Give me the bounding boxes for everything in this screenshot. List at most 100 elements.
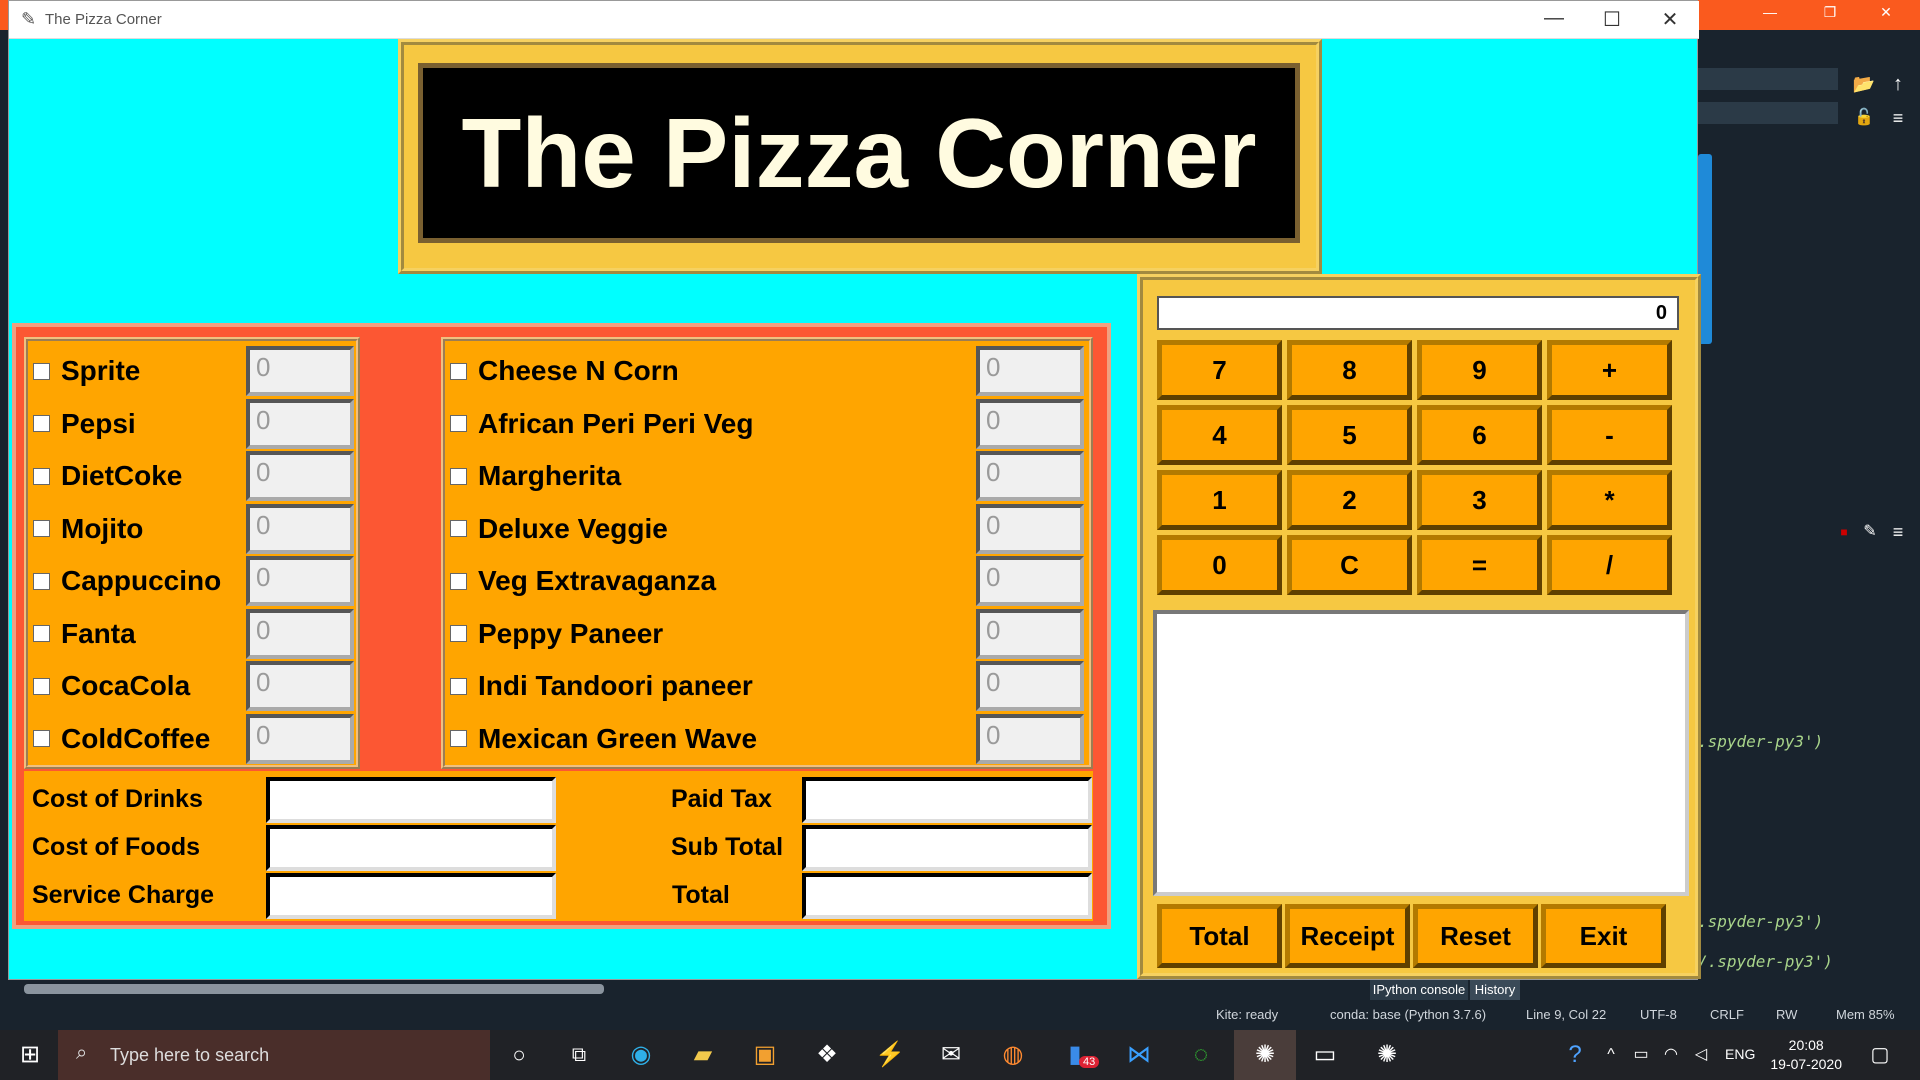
- taskbar-search[interactable]: ⌕ Type here to search: [58, 1030, 490, 1080]
- drink-qty-field[interactable]: 0: [246, 608, 354, 659]
- drink-checkbox[interactable]: [34, 731, 49, 746]
- terminal-icon[interactable]: ▭: [1311, 1041, 1339, 1069]
- calculator-display[interactable]: 0: [1157, 296, 1679, 330]
- drink-item[interactable]: Cappuccino: [34, 555, 221, 607]
- minimize-icon[interactable]: —: [1529, 7, 1579, 30]
- food-checkbox[interactable]: [451, 731, 466, 746]
- wifi-icon[interactable]: ◠: [1657, 1041, 1685, 1069]
- drink-qty-field[interactable]: 0: [246, 398, 354, 449]
- cortana-icon[interactable]: ○: [505, 1041, 533, 1069]
- calc-key[interactable]: 6: [1417, 405, 1542, 465]
- calc-key[interactable]: C: [1287, 535, 1412, 595]
- menu-icon[interactable]: ≡: [1884, 104, 1912, 132]
- drink-qty-field[interactable]: 0: [246, 713, 354, 764]
- store-icon[interactable]: ▣: [751, 1041, 779, 1069]
- ide-minimize-icon[interactable]: —: [1750, 4, 1790, 20]
- food-checkbox[interactable]: [451, 468, 466, 484]
- file-explorer-icon[interactable]: ▰: [689, 1041, 717, 1069]
- task-view-icon[interactable]: ⧉: [565, 1041, 593, 1069]
- food-qty-field[interactable]: 0: [976, 713, 1084, 764]
- help-icon[interactable]: ?: [1561, 1041, 1589, 1069]
- calc-key[interactable]: 4: [1157, 405, 1282, 465]
- hscroll-thumb[interactable]: [24, 984, 604, 994]
- food-qty-field[interactable]: 0: [976, 398, 1084, 449]
- refresh-app-icon[interactable]: ◌: [1187, 1041, 1215, 1069]
- edge-icon[interactable]: ◉: [627, 1041, 655, 1069]
- food-checkbox[interactable]: [451, 521, 466, 536]
- food-item[interactable]: African Peri Peri Veg: [451, 398, 753, 450]
- tab-ipython-console[interactable]: IPython console: [1370, 980, 1468, 1000]
- ide-close-icon[interactable]: ✕: [1866, 4, 1906, 21]
- firefox-icon[interactable]: ◍: [999, 1041, 1027, 1069]
- spyder-taskbar-active[interactable]: ✺: [1234, 1030, 1296, 1080]
- food-checkbox[interactable]: [451, 626, 466, 641]
- drink-qty-field[interactable]: 0: [246, 556, 354, 606]
- food-qty-field[interactable]: 0: [976, 346, 1084, 396]
- stop-icon[interactable]: ■: [1830, 518, 1858, 546]
- food-item[interactable]: Indi Tandoori paneer: [451, 660, 753, 712]
- chevron-up-icon[interactable]: ^: [1597, 1041, 1625, 1069]
- drink-checkbox[interactable]: [34, 363, 49, 379]
- drink-checkbox[interactable]: [34, 626, 49, 641]
- food-item[interactable]: Margherita: [451, 450, 621, 502]
- powerautomate-icon[interactable]: ⚡: [875, 1041, 905, 1069]
- food-qty-field[interactable]: 0: [976, 608, 1084, 659]
- dropbox-icon[interactable]: ❖: [813, 1041, 841, 1069]
- calc-key[interactable]: 0: [1157, 535, 1282, 595]
- food-item[interactable]: Deluxe Veggie: [451, 503, 668, 555]
- cost-foods-field[interactable]: [266, 825, 556, 871]
- calc-key[interactable]: 7: [1157, 340, 1282, 400]
- drink-qty-field[interactable]: 0: [246, 346, 354, 396]
- drink-checkbox[interactable]: [34, 468, 49, 484]
- calc-key[interactable]: +: [1547, 340, 1672, 400]
- drink-item[interactable]: ColdCoffee: [34, 713, 210, 765]
- drink-item[interactable]: Mojito: [34, 503, 143, 555]
- calc-key[interactable]: /: [1547, 535, 1672, 595]
- food-item[interactable]: Mexican Green Wave: [451, 713, 757, 765]
- ide-path-combo[interactable]: [1698, 68, 1838, 90]
- reset-button[interactable]: Reset: [1413, 904, 1538, 968]
- food-checkbox[interactable]: [451, 416, 466, 431]
- food-qty-field[interactable]: 0: [976, 451, 1084, 501]
- mail-icon[interactable]: ✉: [937, 1041, 965, 1069]
- battery-icon[interactable]: ▭: [1627, 1041, 1655, 1069]
- notifications-icon[interactable]: ▢: [1866, 1041, 1894, 1069]
- drink-checkbox[interactable]: [34, 573, 49, 589]
- food-item[interactable]: Cheese N Corn: [451, 345, 679, 397]
- maximize-icon[interactable]: ☐: [1587, 7, 1637, 32]
- drink-qty-field[interactable]: 0: [246, 503, 354, 554]
- calc-key[interactable]: 1: [1157, 470, 1282, 530]
- language-indicator[interactable]: ENG: [1725, 1046, 1755, 1062]
- calc-key[interactable]: 5: [1287, 405, 1412, 465]
- service-charge-field[interactable]: [266, 873, 556, 919]
- calc-key[interactable]: 3: [1417, 470, 1542, 530]
- drink-item[interactable]: Sprite: [34, 345, 140, 397]
- ide-filter-combo[interactable]: [1698, 102, 1838, 124]
- receipt-button[interactable]: Receipt: [1285, 904, 1410, 968]
- total-field[interactable]: [802, 873, 1092, 919]
- spyder-icon[interactable]: ✺: [1373, 1041, 1401, 1069]
- receipt-area[interactable]: [1153, 610, 1689, 896]
- total-button[interactable]: Total: [1157, 904, 1282, 968]
- food-item[interactable]: Veg Extravaganza: [451, 555, 716, 607]
- volume-icon[interactable]: ◁: [1687, 1041, 1715, 1069]
- food-checkbox[interactable]: [451, 678, 466, 694]
- drink-checkbox[interactable]: [34, 416, 49, 431]
- folder-open-icon[interactable]: 📂: [1850, 70, 1878, 98]
- calc-key[interactable]: =: [1417, 535, 1542, 595]
- sub-total-field[interactable]: [802, 825, 1092, 871]
- food-qty-field[interactable]: 0: [976, 661, 1084, 711]
- calc-key[interactable]: 2: [1287, 470, 1412, 530]
- calc-key[interactable]: 9: [1417, 340, 1542, 400]
- vscode-icon[interactable]: ⋈: [1125, 1041, 1153, 1069]
- clock[interactable]: 20:08 19-07-2020: [1770, 1036, 1842, 1074]
- food-qty-field[interactable]: 0: [976, 556, 1084, 606]
- calc-key[interactable]: 8: [1287, 340, 1412, 400]
- drink-checkbox[interactable]: [34, 678, 49, 694]
- windows-start-icon[interactable]: ⊞: [16, 1041, 44, 1069]
- exit-button[interactable]: Exit: [1541, 904, 1666, 968]
- calc-key[interactable]: *: [1547, 470, 1672, 530]
- menu-icon[interactable]: ≡: [1884, 518, 1912, 546]
- close-icon[interactable]: ✕: [1645, 7, 1695, 32]
- food-checkbox[interactable]: [451, 363, 466, 379]
